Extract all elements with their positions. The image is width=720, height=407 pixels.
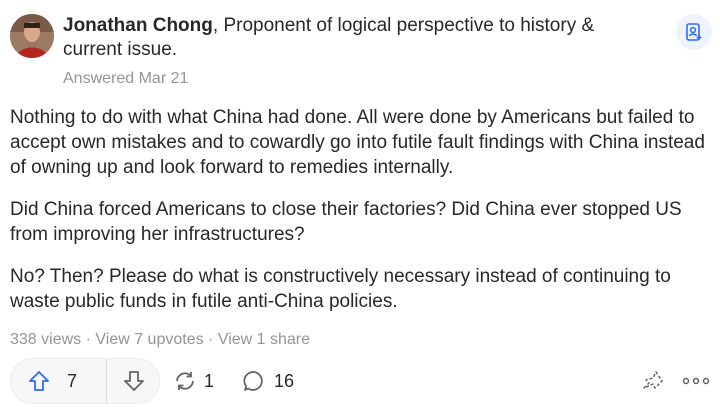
- avatar-photo: [10, 14, 54, 58]
- stats-separator: ·: [203, 331, 218, 348]
- reshare-icon: [176, 372, 194, 390]
- comment-button[interactable]: 16: [242, 358, 294, 404]
- upvote-count: 7: [67, 370, 78, 391]
- share-count: 1: [204, 370, 215, 391]
- share-forward-icon: [643, 371, 663, 389]
- follow-button[interactable]: [676, 14, 712, 50]
- person-add-icon: [686, 23, 702, 41]
- avatar[interactable]: [10, 14, 54, 58]
- more-options-button[interactable]: [682, 368, 710, 394]
- view-upvotes-link[interactable]: View 7 upvotes: [95, 331, 203, 348]
- answer-body: Nothing to do with what China had done. …: [10, 105, 715, 331]
- stats-separator: ·: [81, 331, 96, 348]
- more-dots-icon: [682, 377, 710, 385]
- action-bar: 7 1 16: [10, 358, 710, 404]
- comment-bubble-icon: [243, 371, 263, 391]
- answered-date[interactable]: Answered Mar 21: [63, 70, 188, 88]
- answer-paragraph: Nothing to do with what China had done. …: [10, 107, 705, 178]
- upvote-button[interactable]: 7: [11, 359, 107, 403]
- comment-count: 16: [274, 370, 295, 391]
- downvote-button[interactable]: [107, 359, 161, 403]
- answer-paragraph: No? Then? Please do what is constructive…: [10, 266, 671, 312]
- answer-stats: 338 views · View 7 upvotes · View 1 shar…: [10, 331, 310, 349]
- views-count: 338 views: [10, 331, 82, 348]
- vote-pill: 7: [10, 358, 160, 404]
- view-shares-link[interactable]: View 1 share: [218, 331, 310, 348]
- author-name[interactable]: Jonathan Chong: [63, 15, 213, 36]
- share-forward-button[interactable]: [638, 366, 668, 396]
- share-button[interactable]: 1: [172, 358, 214, 404]
- answer-paragraph: Did China forced Americans to close thei…: [10, 199, 682, 245]
- author-header: Jonathan Chong, Proponent of logical per…: [63, 14, 643, 62]
- arrow-down-icon: [124, 371, 144, 391]
- arrow-up-icon: [29, 371, 49, 391]
